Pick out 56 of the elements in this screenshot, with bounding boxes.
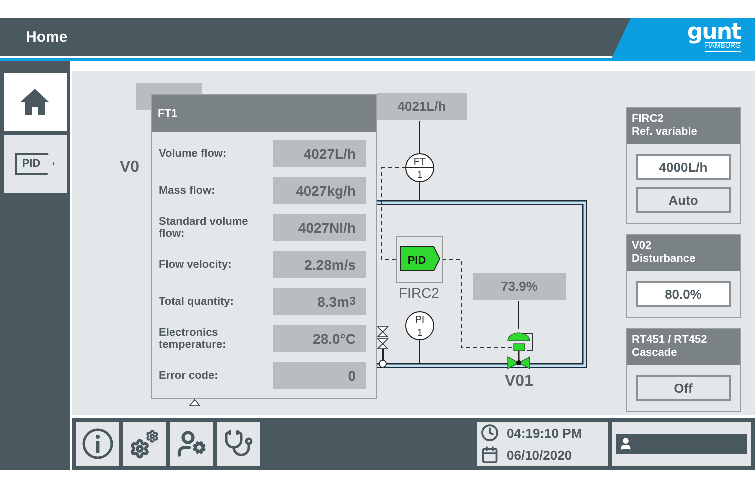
- pid-button[interactable]: PID: [4, 135, 66, 193]
- measurement-label: Mass flow:: [159, 184, 216, 196]
- valve-stub-symbol: [189, 398, 201, 406]
- user-field[interactable]: [616, 434, 747, 454]
- value-field[interactable]: 80.0%: [636, 281, 731, 307]
- info-icon: [82, 428, 114, 460]
- clock-icon: [481, 424, 499, 442]
- popup-title: FT1: [158, 108, 178, 120]
- panel-title: RT451 / RT452: [632, 334, 708, 347]
- user-gear-icon: [176, 429, 206, 460]
- info-button[interactable]: [76, 422, 119, 466]
- valve-label: V01: [505, 373, 534, 391]
- pid-controller-block[interactable]: PID: [396, 236, 444, 284]
- value-field[interactable]: 4000L/h: [636, 154, 731, 180]
- user-icon: [619, 437, 633, 452]
- valve-position-reading: 73.9%: [473, 273, 566, 300]
- mode-button[interactable]: Auto: [636, 187, 731, 213]
- manual-valve-symbol[interactable]: [377, 326, 389, 368]
- controller-label: FIRC2: [399, 285, 440, 301]
- control-valve-symbol[interactable]: [508, 332, 534, 370]
- measurement-value: 4027Nl/h: [273, 214, 366, 241]
- measurement-label: Flow velocity:: [159, 258, 233, 270]
- measurement-value: 2.28m/s: [273, 251, 366, 278]
- pressure-indicator-symbol[interactable]: PI 1: [406, 312, 434, 340]
- time-text: 04:19:10 PM: [507, 426, 584, 441]
- home-icon: [20, 88, 50, 116]
- panel-subtitle: Cascade: [632, 347, 678, 360]
- measurement-label: Electronics temperature:: [159, 326, 228, 350]
- measurement-value: 0: [273, 362, 366, 389]
- flow-reading: 4021L/h: [377, 93, 467, 120]
- measurement-label: Total quantity:: [159, 296, 235, 308]
- mode-button[interactable]: Off: [636, 375, 731, 401]
- pid-label: PID: [15, 153, 55, 175]
- panel-title: FIRC2: [632, 113, 665, 126]
- measurement-label: Volume flow:: [159, 148, 228, 160]
- measurement-label: Error code:: [159, 370, 220, 382]
- home-button[interactable]: [4, 73, 66, 131]
- measurement-value: 28.0°C: [273, 325, 366, 352]
- valve-label: V0: [120, 159, 140, 177]
- diagnostics-button[interactable]: [217, 422, 260, 466]
- logo-wordmark: gunt: [687, 24, 741, 42]
- panel-title: V02: [632, 240, 653, 253]
- measurement-value: 4027kg/h: [273, 177, 366, 204]
- flow-transmitter-symbol[interactable]: FT 1: [406, 154, 434, 182]
- user-settings-button[interactable]: [170, 422, 213, 466]
- measurement-value: 4027L/h: [273, 140, 366, 167]
- measurement-label: Standard volume flow:: [159, 216, 250, 240]
- settings-button[interactable]: [123, 422, 166, 466]
- panel-subtitle: Disturbance: [632, 253, 697, 266]
- gears-icon: [128, 428, 160, 460]
- calendar-icon: [481, 446, 499, 464]
- page-title: Home: [26, 28, 68, 46]
- signal-line: [518, 300, 520, 330]
- stethoscope-icon: [224, 429, 254, 460]
- panel-subtitle: Ref. variable: [632, 126, 698, 139]
- date-text: 06/10/2020: [507, 448, 574, 463]
